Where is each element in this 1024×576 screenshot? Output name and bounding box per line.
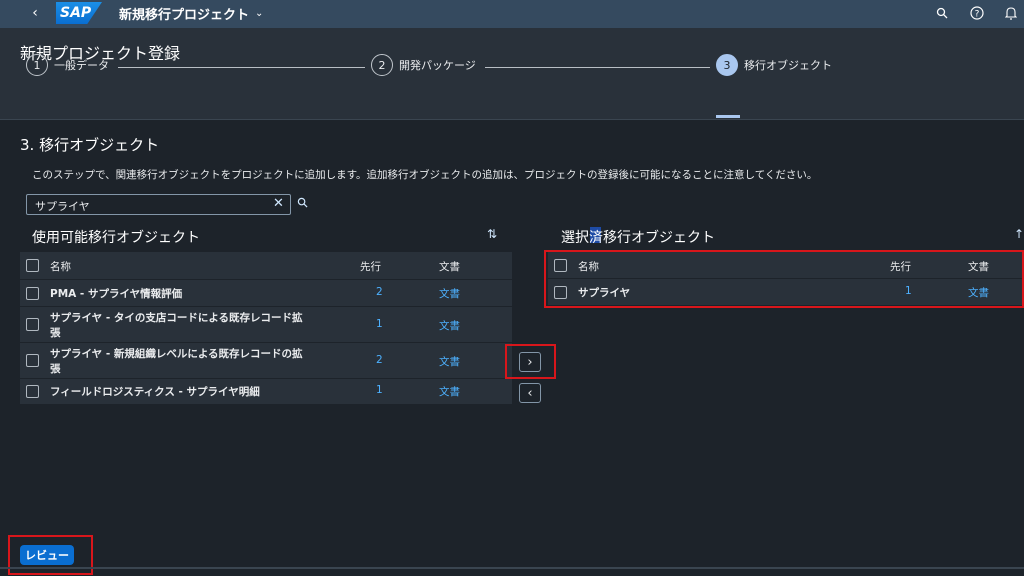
row-name: フィールドロジスティクス - サプライヤ明細 [50, 386, 260, 398]
row-docs-link[interactable]: 文書 [439, 354, 460, 369]
chevron-left-icon: ‹ [32, 5, 38, 21]
row-name: サプライヤ - 新規組織レベルによる既存レコードの拡 [50, 348, 303, 360]
wizard-step-3[interactable]: 3 移行オブジェクト [716, 54, 832, 76]
table-row[interactable]: サプライヤ - 新規組織レベルによる既存レコードの拡 張 2 文書 [20, 343, 512, 379]
step-number: 1 [26, 54, 48, 76]
table-header: 名称 先行 文書 [20, 252, 512, 280]
back-button[interactable]: ‹ [26, 3, 44, 23]
available-objects-title: 使用可能移行オブジェクト [32, 230, 200, 246]
sort-icon[interactable]: ⇅ [487, 227, 497, 241]
row-checkbox[interactable] [26, 385, 39, 398]
active-step-indicator [716, 115, 740, 118]
column-header-predecessor: 先行 [360, 261, 381, 273]
step-label: 移行オブジェクト [744, 59, 832, 72]
step-label: 一般データ [54, 59, 109, 72]
row-name: サプライヤ - タイの支店コードによる既存レコード拡 [50, 312, 303, 324]
help-icon[interactable]: ? [968, 4, 986, 22]
table-row[interactable]: PMA - サプライヤ情報評価 2 文書 [20, 280, 512, 307]
app-title-menu[interactable]: 新規移行プロジェクト ⌄ [119, 4, 263, 23]
svg-text:?: ? [975, 10, 980, 20]
row-predecessor[interactable]: 2 [376, 286, 383, 298]
row-predecessor[interactable]: 1 [376, 318, 383, 330]
move-left-button[interactable]: ‹ [519, 383, 541, 403]
chevron-down-icon: ⌄ [255, 8, 264, 19]
row-docs-link[interactable]: 文書 [439, 384, 460, 399]
select-all-checkbox[interactable] [26, 259, 39, 272]
available-objects-table: 名称 先行 文書 PMA - サプライヤ情報評価 2 文書 サプライヤ - タイ… [20, 252, 512, 405]
step-label: 開発パッケージ [399, 59, 476, 72]
row-name: PMA - サプライヤ情報評価 [50, 288, 183, 300]
table-row[interactable]: サプライヤ - タイの支店コードによる既存レコード拡 張 1 文書 [20, 307, 512, 343]
column-header-name: 名称 [50, 261, 71, 273]
search-icon[interactable] [933, 4, 951, 22]
wizard-step-1[interactable]: 1 一般データ [26, 54, 109, 76]
row-checkbox[interactable] [26, 318, 39, 331]
selected-objects-title: 選択済移行オブジェクト [561, 230, 715, 246]
row-name-cont: 張 [50, 327, 61, 339]
row-docs-link[interactable]: 文書 [439, 286, 460, 301]
search-value: サプライヤ [35, 200, 90, 213]
info-text: このステップで、関連移行オブジェクトをプロジェクトに追加します。追加移行オブジェ… [32, 169, 818, 181]
highlight-box [505, 344, 556, 379]
footer-bar [0, 567, 1024, 569]
wizard-header: 新規プロジェクト登録 [0, 28, 1024, 120]
search-icon[interactable] [297, 197, 308, 211]
table-row[interactable]: フィールドロジスティクス - サプライヤ明細 1 文書 [20, 379, 512, 405]
row-docs-link[interactable]: 文書 [439, 318, 460, 333]
row-predecessor[interactable]: 2 [376, 354, 383, 366]
step-number: 2 [371, 54, 393, 76]
sort-icon[interactable]: ↑ [1014, 227, 1024, 241]
step-connector [118, 67, 365, 68]
row-checkbox[interactable] [26, 287, 39, 300]
search-input[interactable]: サプライヤ ✕ [26, 194, 308, 215]
column-header-docs: 文書 [439, 261, 460, 273]
section-title: 3. 移行オブジェクト [20, 136, 160, 154]
step-connector [485, 67, 710, 68]
chevron-left-icon: ‹ [527, 385, 533, 401]
shell-bar: ‹ SAP 新規移行プロジェクト ⌄ ? [0, 0, 1024, 28]
highlight-box [544, 250, 1024, 308]
row-predecessor[interactable]: 1 [376, 384, 383, 396]
sap-logo: SAP [56, 2, 102, 24]
row-name-cont: 張 [50, 363, 61, 375]
wizard-step-2[interactable]: 2 開発パッケージ [371, 54, 476, 76]
highlight-box [8, 535, 93, 575]
step-number: 3 [716, 54, 738, 76]
bell-icon[interactable] [1002, 4, 1020, 22]
app-title: 新規移行プロジェクト [119, 8, 250, 23]
row-checkbox[interactable] [26, 354, 39, 367]
clear-icon[interactable]: ✕ [273, 196, 284, 211]
